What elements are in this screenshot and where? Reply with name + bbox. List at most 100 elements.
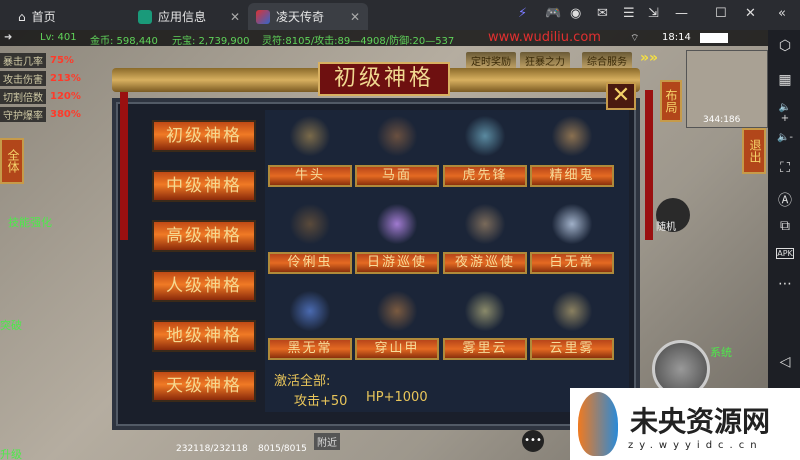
close-tab-icon[interactable]: ✕ [350, 10, 360, 24]
flame-logo-icon [578, 392, 618, 456]
card-portrait[interactable] [377, 290, 417, 332]
exit-button[interactable]: 退出 [742, 128, 766, 174]
stat-row: 切割倍数 120% [0, 88, 81, 104]
card-portrait[interactable] [465, 203, 505, 245]
tier-button[interactable]: 天级神格 [152, 370, 256, 402]
knot-tassel-left [120, 90, 128, 240]
card-label[interactable]: 日游巡使 [355, 252, 439, 274]
attributes: 灵符:8105/攻击:89—4908/防御:20—537 [262, 36, 455, 47]
system-button[interactable]: 系统 [710, 344, 732, 360]
apk-install-icon[interactable]: APK [776, 248, 794, 259]
card-portrait[interactable] [290, 290, 330, 332]
volume-down-icon[interactable]: 🔈- [776, 132, 794, 143]
stat-row: 守护爆率 380% [0, 106, 81, 122]
gamepad-icon[interactable]: 🎮 [545, 6, 561, 21]
tab-home[interactable]: ⌂ 首页 [10, 3, 64, 30]
maximize-button[interactable]: ☐ [715, 6, 727, 21]
card-label[interactable]: 精细鬼 [530, 165, 614, 187]
tab-game[interactable]: 凌天传奇 ✕ [248, 3, 368, 30]
clock: 18:14 [662, 32, 691, 43]
all-button[interactable]: 全体 [0, 138, 24, 184]
keyboard-icon[interactable]: ▦ [776, 72, 794, 88]
card-label[interactable]: 雾里云 [443, 338, 527, 360]
site-watermark: www.wudiliu.com [488, 30, 601, 45]
multi-instance-icon[interactable]: ⧉ [776, 218, 794, 234]
minimap[interactable]: 344:186 [686, 50, 768, 128]
card-portrait[interactable] [552, 203, 592, 245]
restore-icon[interactable]: ⇲ [648, 6, 659, 21]
card-portrait[interactable] [377, 115, 417, 157]
layout-button[interactable]: 布局 [660, 80, 682, 122]
home-icon: ⌂ [18, 9, 26, 24]
card-label[interactable]: 穿山甲 [355, 338, 439, 360]
activate-all-label: 激活全部: [274, 374, 331, 389]
card-label[interactable]: 伶俐虫 [268, 252, 352, 274]
battery-icon [700, 33, 728, 43]
card-portrait[interactable] [377, 203, 417, 245]
watermark-url: zy.wyyidc.cn [628, 440, 763, 451]
menu-icon[interactable]: ☰ [623, 6, 635, 21]
back-icon[interactable]: ◁ [776, 354, 794, 370]
card-label[interactable]: 云里雾 [530, 338, 614, 360]
skill-enhance-button[interactable]: 技能强化 [8, 214, 52, 230]
performance-icon[interactable]: ⚡ [518, 6, 527, 21]
upgrade-button[interactable]: 升级 [0, 446, 22, 460]
close-tab-icon[interactable]: ✕ [230, 10, 240, 24]
card-portrait[interactable] [465, 290, 505, 332]
tab-label: 应用信息 [158, 10, 207, 24]
close-window-button[interactable]: ✕ [745, 6, 756, 21]
hp-readout: 232118/232118 [176, 444, 248, 454]
card-label[interactable]: 马面 [355, 165, 439, 187]
random-button[interactable]: 随机 [656, 198, 690, 233]
tier-button[interactable]: 地级神格 [152, 320, 256, 352]
more-icon[interactable]: ⋯ [776, 276, 794, 292]
card-label[interactable]: 黑无常 [268, 338, 352, 360]
card-portrait[interactable] [290, 203, 330, 245]
auto-rotate-icon[interactable]: Ⓐ [776, 190, 794, 210]
status-bar: ➜ Lv: 401 金币: 598,440 元宝: 2,739,900 灵符:8… [0, 30, 768, 47]
card-label[interactable]: 白无常 [530, 252, 614, 274]
bonus-attack: 攻击+50 [294, 394, 348, 409]
tier-button[interactable]: 人级神格 [152, 270, 256, 302]
arrow-icon: ➜ [4, 32, 13, 43]
watermark-name: 未央资源网 [630, 405, 771, 438]
level: Lv: 401 [40, 32, 77, 43]
card-portrait[interactable] [552, 290, 592, 332]
card-label[interactable]: 牛头 [268, 165, 352, 187]
stat-row: 暴击几率 75% [0, 52, 74, 68]
tier-button[interactable]: 中级神格 [152, 170, 256, 202]
mp-readout: 8015/8015 [258, 444, 307, 454]
yuanbao: 元宝: 2,739,900 [172, 36, 250, 47]
card-portrait[interactable] [465, 115, 505, 157]
watermark: 未央资源网 zy.wyyidc.cn [570, 388, 800, 460]
tab-app-info[interactable]: 应用信息 ✕ [130, 3, 248, 30]
collapse-sidebar-icon[interactable]: « [778, 6, 786, 21]
fullscreen-icon[interactable]: ⛶ [776, 160, 794, 176]
app-info-icon [138, 9, 152, 24]
minimize-button[interactable]: — [675, 6, 688, 21]
panel-title: 初级神格 [318, 62, 450, 96]
tab-label: 凌天传奇 [276, 10, 325, 24]
tab-label: 首页 [31, 10, 56, 24]
divine-card-grid: 牛头 马面 虎先锋 精细鬼伶俐虫 日游巡使 夜游巡使 白无常黑无常 穿山甲 雾里云 云里雾 [265, 110, 629, 412]
tier-button[interactable]: 初级神格 [152, 120, 256, 152]
expand-arrows-icon[interactable]: »» [640, 50, 658, 66]
breakthrough-button[interactable]: 突破 [0, 317, 22, 333]
tier-button[interactable]: 高级神格 [152, 220, 256, 252]
settings-icon[interactable]: ⬡ [776, 38, 794, 54]
emulator-tab-bar: ⌂ 首页 应用信息 ✕ 凌天传奇 ✕ ⚡ 🎮 ◉ ✉ ☰ ⇲ — ☐ ✕ « [0, 0, 800, 30]
bonus-hp: HP+1000 [366, 390, 428, 405]
account-icon[interactable]: ◉ [570, 6, 581, 21]
volume-up-icon[interactable]: 🔈+ [776, 102, 794, 124]
card-label[interactable]: 夜游巡使 [443, 252, 527, 274]
card-portrait[interactable] [552, 115, 592, 157]
nearby-chat-tab[interactable]: 附近 [314, 433, 340, 450]
wifi-icon: ⌔ [630, 33, 640, 44]
card-portrait[interactable] [290, 115, 330, 157]
close-button[interactable]: ✕ [606, 82, 636, 110]
coordinates: 344:186 [703, 115, 741, 125]
stat-row: 攻击伤害 213% [0, 70, 81, 86]
chat-icon[interactable]: ••• [522, 430, 544, 452]
card-label[interactable]: 虎先锋 [443, 165, 527, 187]
mail-icon[interactable]: ✉ [597, 6, 608, 21]
